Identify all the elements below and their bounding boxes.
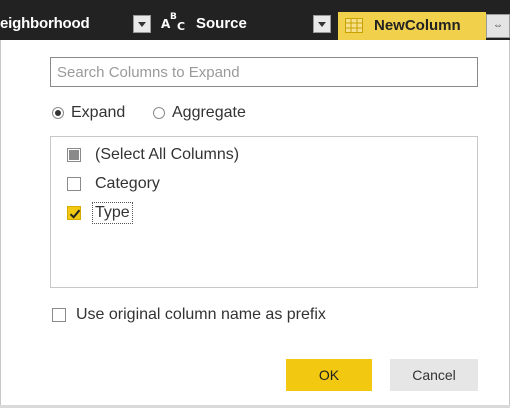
chevron-down-icon [318, 22, 326, 27]
list-item-type[interactable]: Type [67, 201, 133, 225]
ok-button[interactable]: OK [286, 359, 372, 391]
neighborhood-filter-dropdown[interactable] [133, 15, 151, 33]
radio-selected-icon[interactable] [52, 107, 64, 119]
checkbox-unchecked-icon[interactable] [52, 308, 66, 322]
select-all-label: (Select All Columns) [95, 146, 240, 163]
checkbox-checked-icon[interactable] [67, 206, 81, 220]
newcolumn-label: NewColumn [374, 17, 461, 34]
abc-text-icon: A B C [161, 12, 186, 33]
cancel-button[interactable]: Cancel [390, 359, 478, 391]
radio-unselected-icon[interactable] [153, 107, 165, 119]
use-prefix-option[interactable]: Use original column name as prefix [52, 305, 326, 325]
expand-radio-option[interactable]: Expand [52, 103, 125, 123]
type-label: Type [92, 202, 133, 224]
table-icon [345, 18, 363, 33]
column-header-source[interactable]: Source [196, 12, 247, 36]
chevron-down-icon [138, 22, 146, 27]
list-item-category[interactable]: Category [67, 172, 160, 196]
list-item-select-all[interactable]: (Select All Columns) [67, 143, 239, 167]
column-header-neighborhood[interactable]: eighborhood [0, 12, 90, 36]
expand-radio-label: Expand [71, 104, 126, 121]
column-header-bar: eighborhood A B C Source NewColumn ⇔ [0, 0, 510, 40]
source-filter-dropdown[interactable] [313, 15, 331, 33]
expand-arrows-icon: ⇔ [493, 20, 503, 31]
use-prefix-label: Use original column name as prefix [76, 306, 326, 323]
columns-checklist: (Select All Columns) Category Type [50, 136, 478, 288]
search-columns-input[interactable] [50, 57, 478, 87]
checkmark-icon [69, 209, 81, 219]
aggregate-radio-option[interactable]: Aggregate [153, 103, 246, 123]
checkbox-unchecked-icon[interactable] [67, 177, 81, 191]
column-header-newcolumn[interactable]: NewColumn [338, 12, 486, 40]
checkbox-partial-icon[interactable] [67, 148, 81, 162]
category-label: Category [95, 175, 160, 192]
aggregate-radio-label: Aggregate [172, 104, 246, 121]
expand-column-button[interactable]: ⇔ [486, 14, 510, 38]
